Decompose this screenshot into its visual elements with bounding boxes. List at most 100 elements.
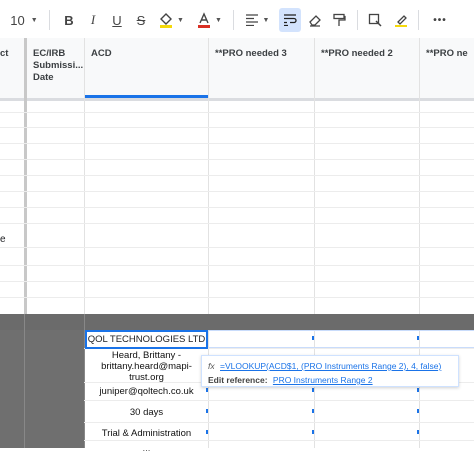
edit-reference-link[interactable]: PRO Instruments Range 2	[273, 375, 373, 385]
reference-marker	[206, 430, 208, 434]
underline-button[interactable]: U	[106, 8, 128, 32]
reference-marker	[417, 388, 419, 392]
align-left-icon	[245, 14, 258, 26]
row-divider	[84, 422, 474, 423]
paint-format-button[interactable]	[328, 8, 350, 32]
formula-text[interactable]: =VLOOKUP(ACD$1, (PRO Instruments Range 2…	[220, 361, 441, 371]
reference-marker	[417, 430, 419, 434]
row-divider	[0, 127, 474, 128]
function-icon: fx	[208, 361, 215, 371]
row-divider	[0, 175, 474, 176]
row-divider	[0, 159, 474, 160]
cell-line: trust.org	[129, 372, 164, 383]
column-header-label: ACD	[91, 48, 112, 59]
row-divider	[0, 207, 474, 208]
row-highlight	[209, 330, 474, 348]
toolbar-divider	[418, 10, 419, 30]
column-header-label: **PRO needed 2	[321, 48, 393, 59]
underline-icon: U	[112, 12, 122, 28]
selected-column-indicator	[85, 95, 208, 98]
column-header-label: **PRO ne	[426, 48, 468, 59]
chevron-down-icon: ▼	[177, 16, 184, 24]
column-header-pro-3[interactable]: **PRO needed 3	[209, 38, 314, 101]
more-icon: •••	[433, 14, 447, 26]
column-header-pro-2[interactable]: **PRO needed 2	[315, 38, 419, 101]
italic-icon: I	[90, 12, 96, 27]
conditional-format-button[interactable]	[364, 8, 386, 32]
cell-text-fragment: e	[0, 234, 6, 245]
column-header-label: EC/IRB Submissi... Date	[33, 48, 83, 84]
cell-line: Heard, Brittany -	[111, 350, 182, 361]
fill-color-button[interactable]: ▼	[154, 8, 188, 32]
strikethrough-button[interactable]: S	[130, 8, 152, 32]
column-header-label: **PRO needed 3	[215, 48, 287, 59]
reference-marker	[206, 336, 208, 340]
chevron-down-icon: ▼	[30, 16, 38, 24]
more-button[interactable]: •••	[428, 8, 452, 32]
row-divider	[0, 191, 474, 192]
format-paint-icon	[368, 13, 382, 27]
column-header-ec-irb[interactable]: EC/IRB Submissi... Date	[27, 38, 84, 101]
row-divider	[0, 281, 474, 282]
reference-marker	[417, 409, 419, 413]
italic-button[interactable]: I	[82, 8, 104, 32]
chevron-down-icon: ▼	[215, 16, 222, 24]
cell-line: brittany.heard@mapi-	[101, 361, 192, 372]
highlighter-icon	[395, 15, 407, 27]
row-divider	[0, 265, 474, 266]
toolbar: 10 ▼ B I U S ▼ ▼ ▼ •••	[0, 0, 474, 39]
wrap-text-icon	[284, 14, 297, 26]
font-size-value: 10	[10, 12, 25, 28]
column-header[interactable]: ct	[0, 38, 24, 101]
reference-marker	[312, 336, 314, 340]
dark-separator-row[interactable]	[0, 314, 474, 330]
paint-roller-icon	[333, 13, 346, 26]
text-color-button[interactable]: ▼	[192, 8, 226, 32]
reference-marker	[312, 430, 314, 434]
eraser-icon	[309, 15, 321, 27]
formula-line: fx =VLOOKUP(ACD$1, (PRO Instruments Rang…	[208, 361, 441, 371]
toolbar-divider	[233, 10, 234, 30]
row-divider	[0, 297, 474, 298]
row-divider	[0, 247, 474, 248]
chevron-down-icon: ▼	[262, 16, 270, 24]
highlight-button[interactable]	[390, 8, 412, 32]
wrap-text-button[interactable]	[279, 8, 301, 32]
fill-color-icon	[160, 13, 173, 28]
text-color-icon	[198, 12, 211, 28]
partial-cell[interactable]: ...	[85, 443, 208, 454]
reference-marker	[206, 388, 208, 392]
reference-marker	[312, 388, 314, 392]
email-cell[interactable]: juniper@qoltech.co.uk	[85, 386, 208, 397]
reference-marker	[312, 409, 314, 413]
column-header-acd[interactable]: ACD	[85, 38, 208, 101]
formula-tooltip: fx =VLOOKUP(ACD$1, (PRO Instruments Rang…	[201, 355, 459, 387]
dark-filled-columns	[0, 330, 84, 448]
bold-button[interactable]: B	[58, 8, 80, 32]
selected-cell[interactable]: QOL TECHNOLOGIES LTD	[85, 330, 208, 349]
column-header-label: ct	[0, 48, 9, 59]
days-cell[interactable]: 30 days	[85, 407, 208, 418]
row-divider	[84, 440, 474, 441]
strikethrough-icon: S	[136, 12, 146, 28]
edit-reference-line: Edit reference: PRO Instruments Range 2	[208, 375, 373, 385]
category-cell[interactable]: Trial & Administration	[85, 428, 208, 439]
contact-cell[interactable]: Heard, Brittany - brittany.heard@mapi- t…	[85, 350, 208, 383]
edit-reference-label: Edit reference:	[208, 375, 268, 385]
row-divider	[0, 223, 474, 224]
bold-icon: B	[64, 12, 74, 28]
column-header-label-line: EC/IRB	[33, 48, 66, 59]
font-size-select[interactable]: 10 ▼	[8, 8, 40, 32]
row-divider	[0, 143, 474, 144]
column-header-label-line: Date	[33, 72, 54, 83]
column-divider	[24, 314, 25, 448]
column-header-pro[interactable]: **PRO ne	[420, 38, 474, 101]
reference-marker	[417, 336, 419, 340]
align-button[interactable]: ▼	[240, 8, 274, 32]
toolbar-divider	[357, 10, 358, 30]
row-divider	[0, 112, 474, 113]
row-divider	[84, 400, 474, 401]
clear-format-button[interactable]	[304, 8, 326, 32]
column-header-label-line: Submissi...	[33, 60, 84, 71]
reference-marker	[206, 409, 208, 413]
